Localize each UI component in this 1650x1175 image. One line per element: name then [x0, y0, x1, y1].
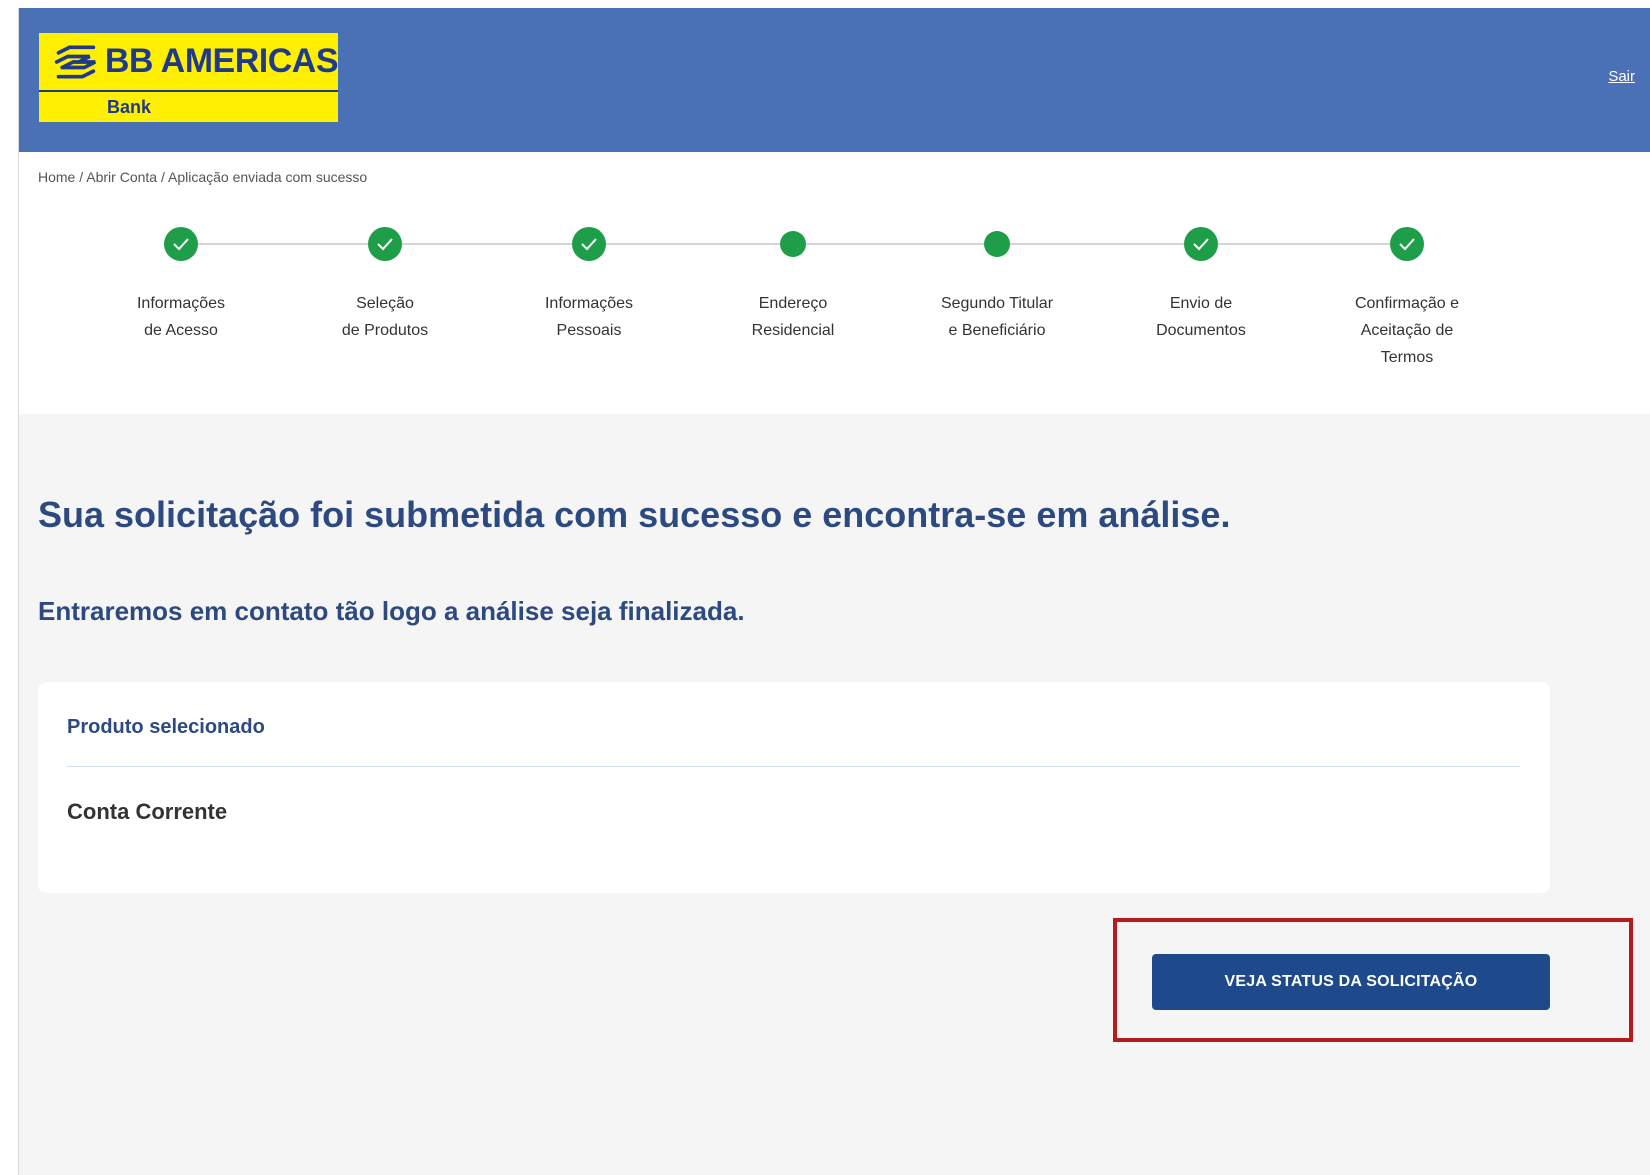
- breadcrumb: Home / Abrir Conta / Aplicação enviada c…: [38, 169, 367, 185]
- step-label: Envio de Documentos: [1156, 295, 1246, 339]
- step-check-icon: [572, 227, 606, 261]
- bb-logo-icon: [54, 44, 97, 79]
- page-subtitle: Entraremos em contato tão logo a análise…: [38, 596, 745, 626]
- product-label: Produto selecionado: [67, 716, 265, 738]
- progress-section: Home / Abrir Conta / Aplicação enviada c…: [19, 152, 1650, 414]
- breadcrumb-current: Aplicação enviada com sucesso: [167, 169, 368, 185]
- logo-subtitle: Bank: [107, 97, 152, 117]
- logo-top: BB AMERICAS: [39, 33, 339, 90]
- logout-link[interactable]: Sair: [1608, 68, 1635, 85]
- product-value: Conta Corrente: [67, 799, 228, 824]
- breadcrumb-abrir-conta[interactable]: Abrir Conta: [86, 169, 157, 185]
- card-divider: [67, 766, 1520, 767]
- page-frame: BB AMERICAS Bank Sair Home / Abrir Conta…: [18, 8, 1650, 1175]
- step-label: Segundo Titular e Beneficiário: [940, 295, 1054, 339]
- step-check-icon: [164, 227, 198, 261]
- step-label: Endereço Residencial: [751, 295, 835, 339]
- step-dot-icon: [780, 231, 806, 257]
- logo-divider: [39, 90, 338, 92]
- breadcrumb-separator: /: [157, 169, 168, 185]
- step-label: Confirmação e Aceitação de Termos: [1354, 295, 1460, 366]
- bb-americas-logo[interactable]: BB AMERICAS Bank: [39, 33, 339, 122]
- view-status-button[interactable]: VEJA STATUS DA SOLICITAÇÃO: [1152, 954, 1550, 1010]
- page-title: Sua solicitação foi submetida com sucess…: [38, 494, 1231, 535]
- breadcrumb-home[interactable]: Home: [38, 169, 75, 185]
- header: BB AMERICAS Bank Sair: [19, 8, 1650, 152]
- step-check-icon: [368, 227, 402, 261]
- step-label: Seleção de Produtos: [341, 295, 429, 339]
- logo-title: BB AMERICAS: [104, 42, 339, 80]
- step-dot-icon: [984, 231, 1010, 257]
- step-label: Informações Pessoais: [544, 295, 634, 339]
- selected-product-card: Produto selecionado Conta Corrente: [38, 682, 1550, 893]
- step-check-icon: [1184, 227, 1218, 261]
- breadcrumb-separator: /: [75, 169, 87, 185]
- step-check-icon: [1390, 227, 1424, 261]
- step-label: Informações de Acesso: [136, 295, 226, 339]
